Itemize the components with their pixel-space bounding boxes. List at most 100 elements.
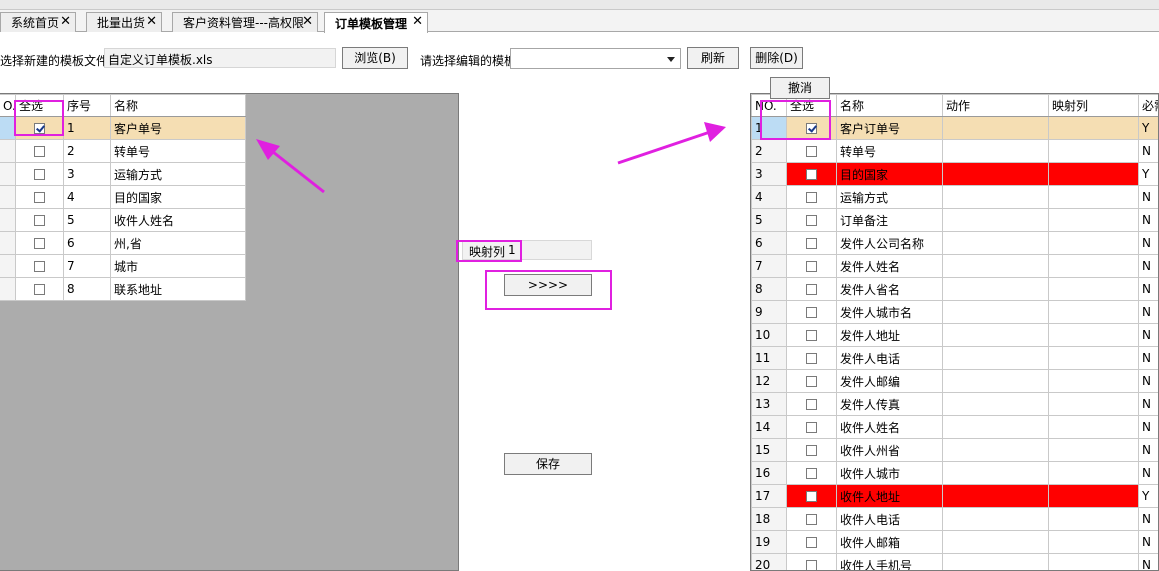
select-cell [786,392,837,416]
row-checkbox[interactable] [806,169,817,180]
row-checkbox[interactable] [806,445,817,456]
action-cell [942,208,1049,232]
table-row[interactable]: 3 运输方式 [0,162,246,186]
row-checkbox[interactable] [34,238,45,249]
name-cell: 订单备注 [836,208,943,232]
mapping-cell [1048,300,1139,324]
row-checkbox[interactable] [34,215,45,226]
name-cell: 发件人城市名 [836,300,943,324]
row-checkbox[interactable] [34,284,45,295]
required-cell: N [1138,438,1158,462]
table-row[interactable]: 6 发件人公司名称 N [751,231,1158,255]
row-checkbox[interactable] [806,215,817,226]
table-row[interactable]: 8 联系地址 [0,277,246,301]
seq-cell: 2 [63,139,111,163]
close-icon[interactable]: ✕ [412,14,423,29]
row-checkbox[interactable] [806,307,817,318]
row-checkbox[interactable] [806,422,817,433]
table-row[interactable]: 4 运输方式 N [751,185,1158,209]
table-row[interactable]: 7 城市 [0,254,246,278]
table-row[interactable]: 13 发件人传真 N [751,392,1158,416]
seq-cell: 4 [63,185,111,209]
row-checkbox[interactable] [806,284,817,295]
cancel-button[interactable]: 撤消 [770,77,830,99]
row-checkbox[interactable] [806,560,817,570]
no-cell: 18 [751,507,787,531]
row-checkbox[interactable] [806,399,817,410]
action-header: 动作 [942,94,1049,117]
close-icon[interactable]: ✕ [146,14,157,29]
row-header-cell[interactable] [0,277,16,301]
table-row[interactable]: 9 发件人城市名 N [751,300,1158,324]
file-label: 选择新建的模板文件 [0,54,109,68]
seq-cell: 3 [63,162,111,186]
no-cell: 20 [751,553,787,570]
table-row[interactable]: 8 发件人省名 N [751,277,1158,301]
tab-batch-shipment[interactable]: 批量出货 ✕ [86,12,162,32]
row-checkbox[interactable] [34,192,45,203]
browse-button[interactable]: 浏览(B) [342,47,408,69]
row-checkbox[interactable] [806,468,817,479]
row-checkbox[interactable] [806,192,817,203]
mapping-cell [1048,553,1139,570]
row-checkbox[interactable] [34,169,45,180]
row-header-cell[interactable] [0,162,16,186]
refresh-button[interactable]: 刷新 [687,47,739,69]
row-header-cell[interactable] [0,208,16,232]
close-icon[interactable]: ✕ [60,14,71,29]
select-cell [786,438,837,462]
row-header-cell[interactable] [0,231,16,255]
no-cell: 15 [751,438,787,462]
row-checkbox[interactable] [806,238,817,249]
row-checkbox[interactable] [34,146,45,157]
delete-button[interactable]: 删除(D) [750,47,803,69]
required-cell: N [1138,300,1158,324]
tab-label: 系统首页 [11,16,60,30]
table-row[interactable]: 12 发件人邮编 N [751,369,1158,393]
row-checkbox[interactable] [806,330,817,341]
name-cell: 发件人省名 [836,277,943,301]
table-row[interactable]: 2 转单号 N [751,139,1158,163]
tab-customer-management[interactable]: 客户资料管理---高权限 ✕ [172,12,318,32]
file-path-field[interactable]: 自定义订单模板.xls [104,48,336,68]
row-checkbox[interactable] [806,514,817,525]
table-row[interactable]: 7 发件人姓名 N [751,254,1158,278]
table-row[interactable]: 11 发件人电话 N [751,346,1158,370]
table-row[interactable]: 6 州,省 [0,231,246,255]
name-cell: 收件人姓名 [836,415,943,439]
table-row[interactable]: 19 收件人邮箱 N [751,530,1158,554]
tab-order-template-management[interactable]: 订单模板管理 ✕ [324,12,428,33]
name-cell: 转单号 [836,139,943,163]
row-checkbox[interactable] [806,353,817,364]
table-row[interactable]: 14 收件人姓名 N [751,415,1158,439]
table-row[interactable]: 10 发件人地址 N [751,323,1158,347]
row-checkbox[interactable] [806,146,817,157]
annotation-arrow-right [617,122,726,165]
table-row[interactable]: 2 转单号 [0,139,246,163]
row-checkbox[interactable] [806,261,817,272]
table-row[interactable]: 16 收件人城市 N [751,461,1158,485]
mapping-cell [1048,277,1139,301]
row-checkbox[interactable] [806,376,817,387]
name-cell: 发件人公司名称 [836,231,943,255]
table-row[interactable]: 5 收件人姓名 [0,208,246,232]
seq-header: 序号 [63,94,111,117]
row-header-cell[interactable] [0,185,16,209]
save-button[interactable]: 保存 [504,453,592,475]
row-checkbox[interactable] [34,261,45,272]
tab-home[interactable]: 系统首页 ✕ [0,12,76,32]
table-row[interactable]: 5 订单备注 N [751,208,1158,232]
row-checkbox[interactable] [806,537,817,548]
row-checkbox[interactable] [806,491,817,502]
template-select[interactable] [510,48,681,69]
table-row[interactable]: 18 收件人电话 N [751,507,1158,531]
row-header-cell[interactable] [0,254,16,278]
table-row[interactable]: 3 目的国家 Y [751,162,1158,186]
row-header-cell[interactable] [0,139,16,163]
annotation-highlight-mapping [456,240,522,262]
table-row[interactable]: 4 目的国家 [0,185,246,209]
table-row[interactable]: 17 收件人地址 Y [751,484,1158,508]
table-row[interactable]: 15 收件人州省 N [751,438,1158,462]
table-row[interactable]: 20 收件人手机号 N [751,553,1158,570]
close-icon[interactable]: ✕ [302,14,313,29]
